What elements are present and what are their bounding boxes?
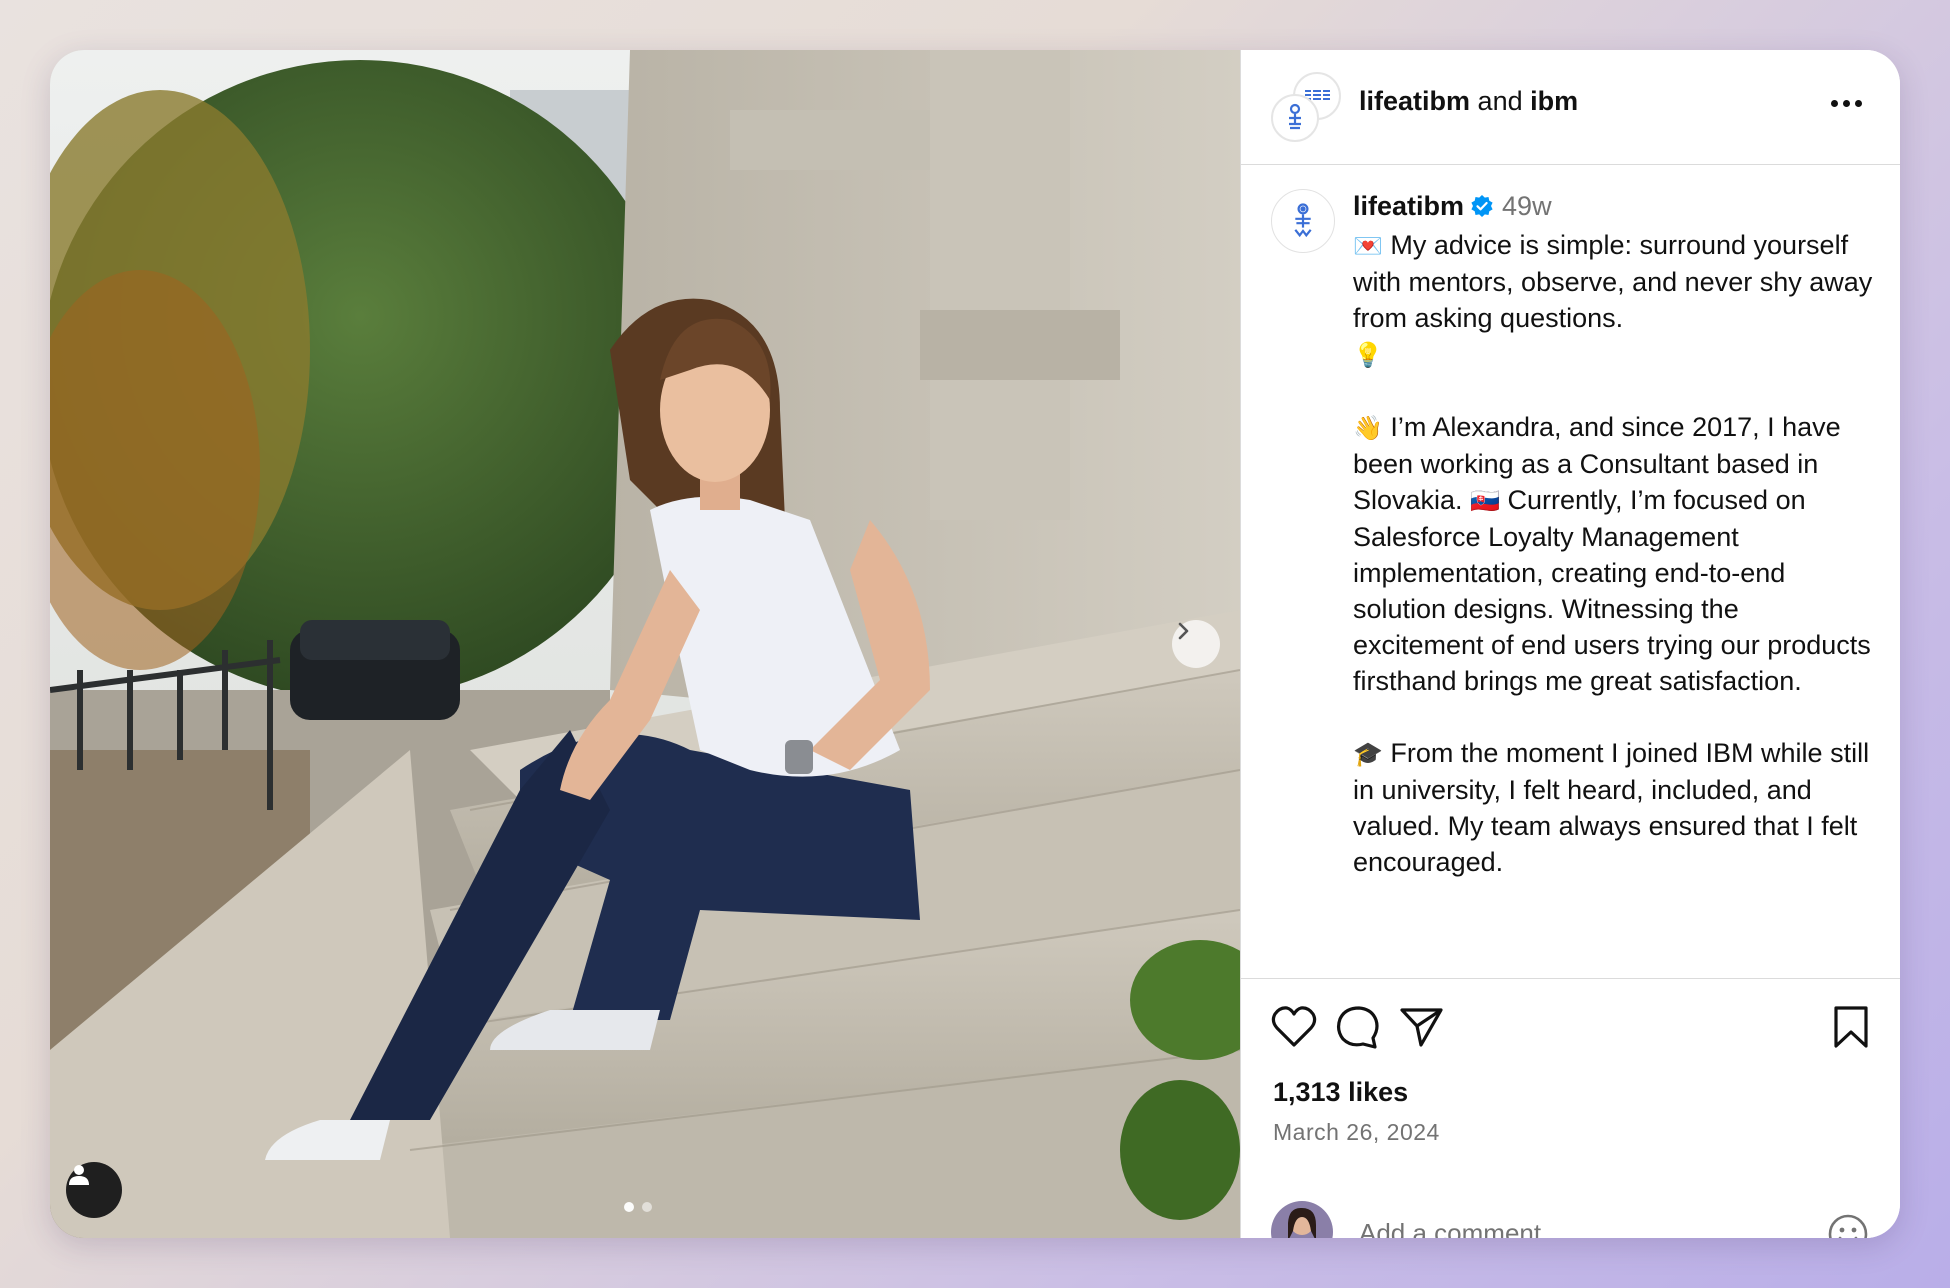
- post-date[interactable]: March 26, 2024: [1273, 1119, 1440, 1146]
- post-author-title: lifeatibm and ibm: [1359, 86, 1578, 117]
- chevron-right-icon: [1178, 622, 1189, 640]
- collab-avatars[interactable]: [1271, 72, 1341, 142]
- tagged-users-button[interactable]: [66, 1162, 122, 1218]
- likes-count[interactable]: 1,313 likes: [1273, 1077, 1408, 1108]
- comment-input[interactable]: [1357, 1213, 1781, 1238]
- caption-scroll-area[interactable]: lifeatibm 49w 💌 My advice is simple: sur…: [1241, 165, 1900, 978]
- smiley-icon[interactable]: [1827, 1213, 1869, 1238]
- avatar-photo: [1271, 1201, 1333, 1238]
- caption-timestamp[interactable]: 49w: [1502, 191, 1552, 221]
- comment-icon[interactable]: [1335, 1005, 1381, 1049]
- caption-paragraph-text: My advice is simple: surround yourself w…: [1353, 230, 1873, 333]
- graduation-cap-emoji: 🎓: [1353, 740, 1383, 768]
- post-actions: 1,313 likes March 26, 2024: [1241, 978, 1900, 1238]
- carousel-dot: [624, 1202, 634, 1212]
- post-modal: lifeatibm and ibm lifeatibm 49w 💌 My adv…: [50, 50, 1900, 1238]
- more-horizontal-icon: [1831, 100, 1838, 107]
- caption-paragraph: 💌 My advice is simple: surround yourself…: [1353, 227, 1873, 373]
- heart-icon[interactable]: [1271, 1005, 1317, 1049]
- caption-text: 💌 My advice is simple: surround yourself…: [1353, 227, 1873, 916]
- carousel-dot: [642, 1202, 652, 1212]
- caption-paragraph-text: From the moment I joined IBM while still…: [1353, 738, 1870, 877]
- caption-paragraph: 👋 I’m Alexandra, and since 2017, I have …: [1353, 409, 1873, 699]
- verified-badge-icon: [1471, 195, 1493, 217]
- add-comment-row: [1271, 1201, 1871, 1238]
- caption-username[interactable]: lifeatibm: [1353, 191, 1464, 221]
- caption-paragraph: 🎓 From the moment I joined IBM while sti…: [1353, 735, 1873, 880]
- light-bulb-emoji: 💡: [1353, 341, 1383, 369]
- next-slide-button[interactable]: [1172, 620, 1220, 668]
- caption-paragraph-text-cont: Currently, I’m focused on Salesforce Loy…: [1353, 485, 1871, 696]
- waving-hand-emoji: 👋: [1353, 414, 1383, 442]
- caption-avatar[interactable]: [1271, 189, 1335, 253]
- post-header: lifeatibm and ibm: [1241, 50, 1900, 165]
- more-dot: [1855, 100, 1862, 107]
- lifeatibm-avatar-small[interactable]: [1271, 94, 1319, 142]
- author-link[interactable]: lifeatibm: [1359, 86, 1470, 116]
- caption-header: lifeatibm 49w: [1353, 191, 1552, 222]
- more-options-button[interactable]: [1831, 100, 1862, 107]
- action-icons-row: [1271, 1005, 1871, 1053]
- love-letter-emoji: 💌: [1353, 232, 1383, 260]
- photo-illustration: [50, 50, 1240, 1238]
- lifeatibm-logo-icon: [1289, 103, 1301, 130]
- more-dot: [1843, 100, 1850, 107]
- coauthor-link[interactable]: ibm: [1530, 86, 1578, 116]
- lifeatibm-logo-icon: [1294, 203, 1312, 238]
- slovakia-flag-emoji: 🇸🇰: [1470, 487, 1500, 515]
- author-joiner: and: [1477, 86, 1523, 116]
- carousel-indicator: [624, 1202, 652, 1212]
- bookmark-icon[interactable]: [1831, 1005, 1871, 1049]
- post-photo[interactable]: [50, 50, 1240, 1238]
- post-side-panel: lifeatibm and ibm lifeatibm 49w 💌 My adv…: [1240, 50, 1900, 1238]
- user-tag-icon: [69, 1165, 89, 1185]
- current-user-avatar: [1271, 1201, 1333, 1238]
- send-icon[interactable]: [1399, 1005, 1445, 1049]
